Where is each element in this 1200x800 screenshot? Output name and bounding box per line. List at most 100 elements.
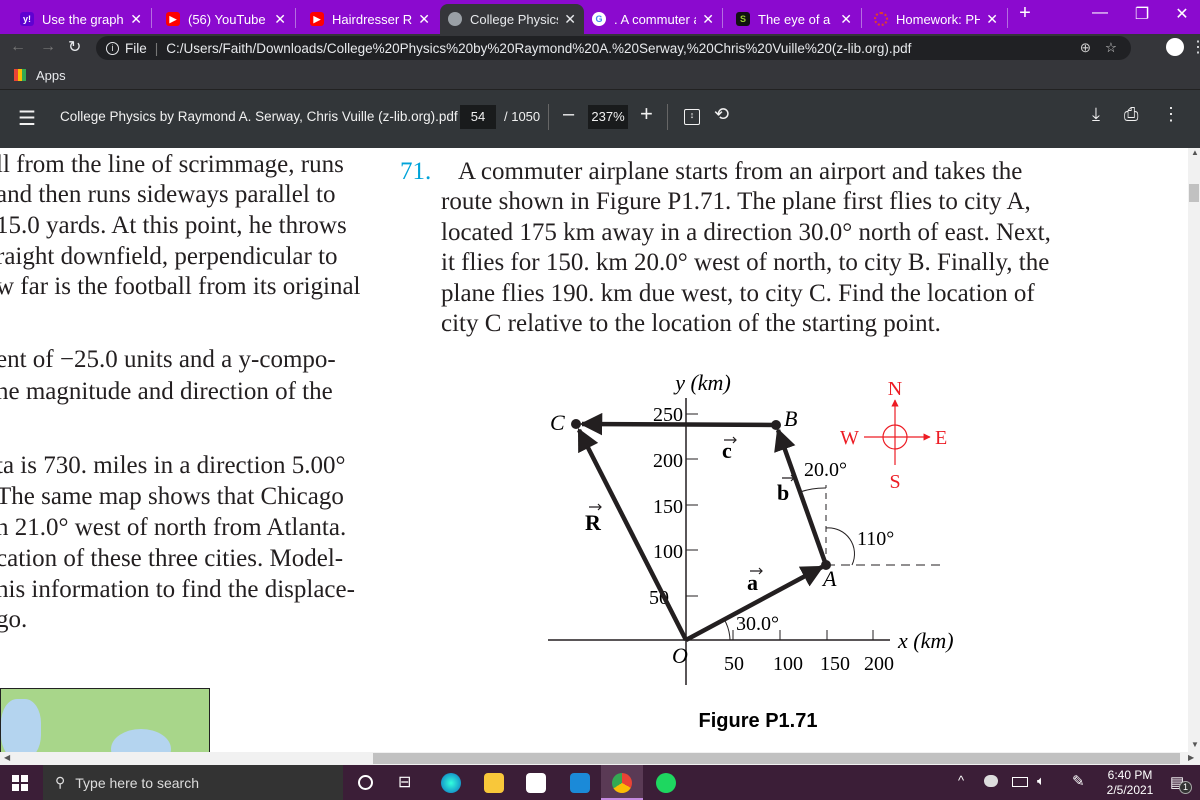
compass-n: N [888, 378, 902, 400]
x-tick-label: 150 [820, 653, 850, 675]
vector-a-label: a [747, 570, 758, 595]
menu-icon[interactable]: ⋮ [1190, 37, 1200, 57]
point-b [771, 420, 781, 430]
globe-icon [448, 12, 462, 26]
zoom-input[interactable]: 237% [588, 105, 628, 129]
canvas-icon [874, 12, 888, 26]
vertical-scrollbar[interactable]: ▲ ▼ [1188, 148, 1200, 752]
figure-caption: Figure P1.71 [699, 710, 818, 732]
tab-0[interactable]: y!Use the graph of th✕ [12, 4, 150, 34]
taskbar-search-box[interactable]: ⚲ Type here to search [43, 765, 343, 800]
onedrive-icon[interactable] [984, 775, 998, 787]
angle-110-label: 110° [857, 528, 894, 550]
profile-avatar[interactable] [1166, 38, 1184, 56]
tab-6[interactable]: Homework: PHYS-✕ [866, 4, 1006, 34]
battery-icon[interactable] [1012, 777, 1028, 787]
horizontal-scrollbar[interactable]: ◀ ▶ [0, 752, 1200, 765]
show-hidden-icons[interactable]: ^ [958, 773, 964, 788]
cortana-icon[interactable] [358, 775, 373, 790]
y-tick-label: 100 [653, 541, 683, 563]
search-icon: ⚲ [55, 774, 66, 790]
tab-5[interactable]: SThe eye of a hurric✕ [728, 4, 860, 34]
fit-page-icon[interactable]: ↕ [684, 109, 700, 125]
vector-c [579, 412, 777, 436]
youtube-icon: ▶ [166, 12, 180, 26]
tab-3-active[interactable]: College Physics by✕ [440, 4, 584, 34]
origin-label: O [672, 643, 688, 668]
compass-w: W [840, 427, 859, 449]
windows-start-icon[interactable] [12, 775, 28, 791]
vector-c-label: c [722, 438, 732, 463]
tab-1[interactable]: ▶ (56) YouTube ✕ [158, 4, 294, 34]
compass-s: S [889, 471, 900, 493]
volume-icon[interactable]: 🔈︎ [1037, 773, 1045, 789]
hamburger-menu-icon[interactable]: ☰ [18, 106, 36, 131]
y-tick-label: 150 [653, 496, 683, 518]
reload-button[interactable]: ↻ [68, 37, 81, 57]
point-c [571, 419, 581, 429]
tab-strip: y!Use the graph of th✕ ▶(56) YouTube✕ ▶H… [0, 0, 1200, 34]
spotify-icon[interactable] [656, 773, 676, 793]
close-tab-icon[interactable]: ✕ [274, 11, 286, 28]
zoom-icon[interactable]: ⊕ [1080, 40, 1091, 56]
windows-taskbar: ⚲ Type here to search ⊟ ^ 🔈︎ ✎ 6:40 PM 2… [0, 765, 1200, 800]
pdf-title: College Physics by Raymond A. Serway, Ch… [60, 109, 458, 124]
chrome-taskbar-button[interactable] [601, 765, 643, 800]
info-icon: i [106, 41, 119, 55]
page-number-input[interactable]: 54 [460, 105, 496, 129]
angle-arc-110 [825, 527, 855, 566]
angle-20-label: 20.0° [804, 459, 847, 481]
restore-button[interactable]: ❐ [1122, 4, 1162, 24]
close-tab-icon[interactable]: ✕ [564, 11, 576, 28]
minimize-button[interactable]: — [1080, 4, 1120, 22]
pdf-toolbar: ☰ College Physics by Raymond A. Serway, … [0, 90, 1200, 148]
zoom-out-button[interactable]: – [563, 103, 574, 126]
new-tab-button[interactable]: + [1005, 2, 1045, 25]
rotate-icon[interactable]: ⟲ [714, 104, 729, 125]
apps-bookmark[interactable]: Apps [36, 68, 66, 83]
zoom-in-button[interactable]: + [640, 101, 653, 127]
x-tick-label: 100 [773, 653, 803, 675]
bookmark-star-icon[interactable]: ☆ [1105, 40, 1117, 56]
forward-button[interactable]: → [40, 38, 56, 56]
close-tab-icon[interactable]: ✕ [702, 11, 714, 28]
y-axis-label: y (km) [673, 370, 731, 395]
bookmarks-bar: Apps [0, 62, 1200, 90]
s-icon: S [736, 12, 750, 26]
file-explorer-icon[interactable] [484, 773, 504, 793]
compass-rose [864, 399, 931, 465]
point-b-label: B [784, 406, 797, 431]
close-tab-icon[interactable]: ✕ [840, 11, 852, 28]
apps-grid-icon [14, 69, 26, 81]
download-icon[interactable]: ⤓ [1092, 104, 1100, 125]
angle-30-label: 30.0° [736, 613, 779, 635]
more-options-icon[interactable]: ⋮ [1162, 104, 1180, 125]
notification-center-icon[interactable]: ▤ 1 [1170, 773, 1192, 794]
tab-2[interactable]: ▶Hairdresser Reacts✕ [302, 4, 438, 34]
page-total: / 1050 [504, 109, 541, 124]
print-icon[interactable]: ⎙ [1124, 104, 1138, 125]
horizontal-scroll-thumb[interactable] [373, 753, 1180, 764]
address-bar[interactable]: i File | C:/Users/Faith/Downloads/Colleg… [96, 36, 1131, 60]
close-tab-icon[interactable]: ✕ [130, 11, 142, 28]
close-tab-icon[interactable]: ✕ [418, 11, 430, 28]
google-icon: G [592, 12, 606, 26]
close-tab-icon[interactable]: ✕ [986, 11, 998, 28]
task-view-icon[interactable]: ⊟ [398, 772, 411, 792]
point-a-label: A [821, 566, 837, 591]
compass-e: E [935, 427, 947, 449]
figure-p1-71: 50 100 150 200 250 50 100 150 200 y (km)… [548, 370, 954, 732]
pen-icon[interactable]: ✎ [1072, 772, 1085, 790]
edge-icon[interactable] [441, 773, 461, 793]
mail-icon[interactable] [570, 773, 590, 793]
pdf-page: ll from the line of scrimmage, runs and … [0, 148, 1188, 752]
y-tick-label: 200 [653, 450, 683, 472]
clock[interactable]: 6:40 PM 2/5/2021 [1100, 768, 1160, 798]
microsoft-store-icon[interactable] [526, 773, 546, 793]
close-window-button[interactable]: ✕ [1162, 4, 1200, 24]
back-button[interactable]: ← [10, 38, 26, 56]
tab-4[interactable]: G. A commuter airpl✕ [584, 4, 722, 34]
y-ticks [686, 413, 698, 597]
vector-b-label: b [777, 480, 789, 505]
vertical-scroll-thumb[interactable] [1189, 184, 1199, 202]
